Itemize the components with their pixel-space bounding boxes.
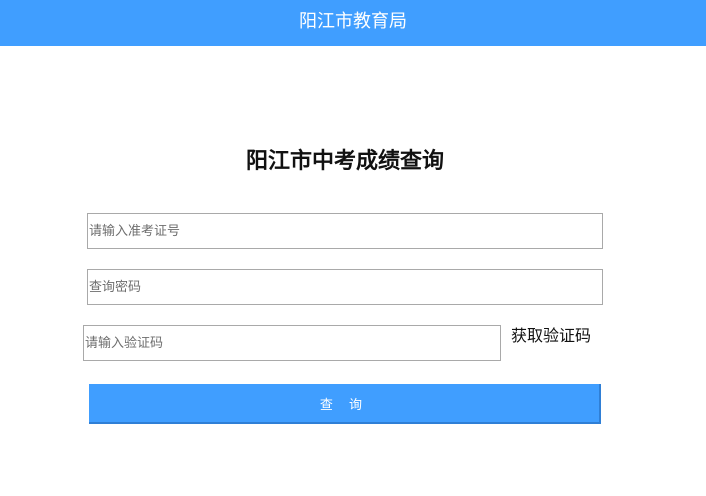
get-captcha-link[interactable]: 获取验证码 (511, 324, 591, 348)
query-button[interactable]: 查 询 (89, 384, 601, 424)
header-title: 阳江市教育局 (299, 10, 407, 32)
page: 阳江市教育局 阳江市中考成绩查询 获取验证码 查 询 (0, 0, 706, 496)
top-header-bar: 阳江市教育局 (0, 0, 706, 46)
exam-number-input[interactable] (87, 213, 603, 249)
page-title: 阳江市中考成绩查询 (245, 149, 444, 174)
query-password-input[interactable] (87, 269, 603, 305)
captcha-input[interactable] (83, 325, 501, 361)
